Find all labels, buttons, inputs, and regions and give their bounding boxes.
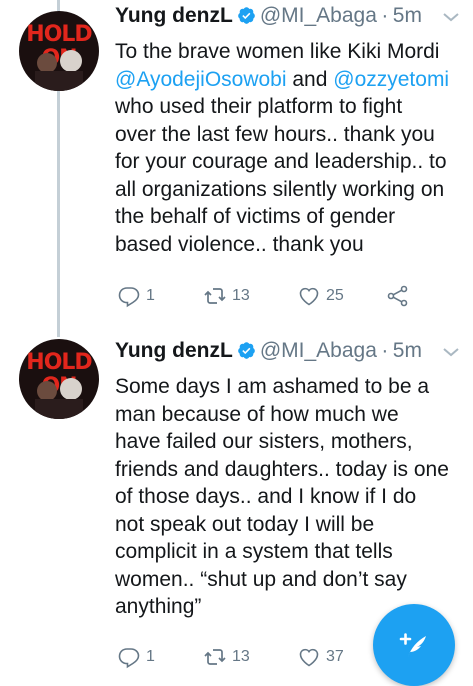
retweet-button[interactable]: 13 [203, 642, 250, 672]
retweet-icon [204, 649, 226, 665]
tweet-header: Yung denzL @MI_Abaga · 5m [115, 339, 460, 371]
reply-button[interactable]: 1 [117, 281, 155, 311]
display-name[interactable]: Yung denzL [115, 4, 233, 27]
tweet-text-line: complicit in a system that tells [115, 538, 460, 566]
retweet-button[interactable]: 13 [203, 281, 250, 311]
text-segment: the behalf of victims of gender [115, 205, 396, 228]
tweet-text-line: not speak out today I will be [115, 511, 460, 539]
chevron-down-icon[interactable] [442, 345, 460, 359]
chevron-down-icon[interactable] [442, 10, 460, 24]
verified-badge-icon [238, 342, 255, 359]
tweet-text-line: To the brave women like Kiki Mordi [115, 38, 460, 66]
share-icon [387, 285, 408, 307]
text-segment: women.. “shut up and don’t say [115, 567, 407, 591]
avatar[interactable]: HOLD ON [19, 11, 99, 91]
text-segment: complicit in a system that tells [115, 540, 393, 563]
tweet-text-line: Some days I am ashamed to be a [115, 373, 460, 401]
text-segment: for your courage and leadership.. to [115, 150, 447, 173]
text-segment: based violence.. thank you [115, 232, 364, 256]
text-segment: anything” [115, 595, 202, 618]
tweet-text-line: have failed our sisters, mothers, [115, 428, 460, 456]
mention-link[interactable]: @AyodejiOsowobi [115, 68, 287, 91]
text-segment: Some days I am ashamed to be a [115, 375, 430, 398]
tweet-text-line: who used their platform to fight [115, 93, 460, 121]
tweet-text-line: based violence.. thank you [115, 231, 460, 259]
text-segment: of those days.. and I know if I do [115, 485, 417, 508]
timestamp[interactable]: 5m [393, 339, 422, 362]
compose-icon [399, 633, 426, 657]
heart-icon [299, 648, 319, 667]
share-button[interactable] [386, 281, 415, 311]
handle[interactable]: @MI_Abaga [260, 4, 377, 27]
tweet-text-line: all organizations silently working on [115, 176, 460, 204]
heart-icon [299, 287, 319, 306]
tweet-text-line: the behalf of victims of gender [115, 203, 460, 231]
tweet-text-line: man because of how much we [115, 401, 460, 429]
avatar[interactable]: HOLD ON [19, 339, 99, 419]
like-count: 25 [326, 287, 344, 304]
reply-count: 1 [146, 648, 155, 665]
tweet-text-line: women.. “shut up and don’t say [115, 566, 460, 594]
avatar-art [35, 378, 83, 419]
tweet-text: Some days I am ashamed to be a man becaus… [115, 373, 460, 621]
tweet-text-line: for your courage and leadership.. to [115, 148, 460, 176]
text-segment: friends and daughters.. today is one [115, 457, 449, 481]
tweet-actions: 1 13 25 [115, 281, 460, 311]
tweet-header: Yung denzL @MI_Abaga · 5m [115, 4, 460, 36]
text-segment: To the brave women like Kiki Mordi [115, 40, 440, 63]
retweet-icon [204, 288, 226, 304]
separator: · [381, 4, 389, 27]
reply-icon [118, 287, 140, 308]
retweet-count: 13 [232, 648, 250, 665]
tweet-text: To the brave women like Kiki Mordi @Ayode… [115, 38, 460, 258]
thread-line-middle [57, 90, 60, 337]
like-count: 37 [326, 648, 344, 665]
reply-button[interactable]: 1 [117, 642, 155, 672]
avatar-art [35, 50, 83, 91]
retweet-count: 13 [232, 287, 250, 304]
text-segment: and [286, 67, 334, 91]
tweet-text-line: @AyodejiOsowobi and @ozzyetomi [115, 66, 460, 94]
text-segment: have failed our sisters, mothers, [115, 430, 413, 453]
text-segment: over the last few hours.. thank you [115, 122, 435, 146]
verified-badge-icon [238, 7, 255, 24]
thread-line-top [57, 0, 60, 11]
tweet-text-line: friends and daughters.. today is one [115, 456, 460, 484]
mention-link[interactable]: @ozzyetomi [333, 68, 449, 91]
text-segment: man because of how much we [115, 402, 399, 426]
display-name[interactable]: Yung denzL [115, 339, 233, 362]
separator: · [381, 339, 389, 362]
like-button[interactable]: 37 [297, 642, 344, 672]
handle[interactable]: @MI_Abaga [260, 339, 377, 362]
tweet-text-line: of those days.. and I know if I do [115, 483, 460, 511]
tweet-content: Yung denzL @MI_Abaga · 5m To the brave wo… [115, 4, 460, 258]
compose-tweet-button[interactable] [373, 604, 455, 686]
tweet-content: Yung denzL @MI_Abaga · 5m Some days I am … [115, 339, 460, 621]
tweet-text-line: over the last few hours.. thank you [115, 121, 460, 149]
text-segment: who used their platform to fight [115, 95, 403, 118]
text-segment: all organizations silently working on [115, 177, 445, 201]
reply-icon [118, 648, 140, 669]
reply-count: 1 [146, 287, 155, 304]
like-button[interactable]: 25 [297, 281, 344, 311]
timestamp[interactable]: 5m [393, 4, 422, 27]
text-segment: not speak out today I will be [115, 512, 375, 536]
